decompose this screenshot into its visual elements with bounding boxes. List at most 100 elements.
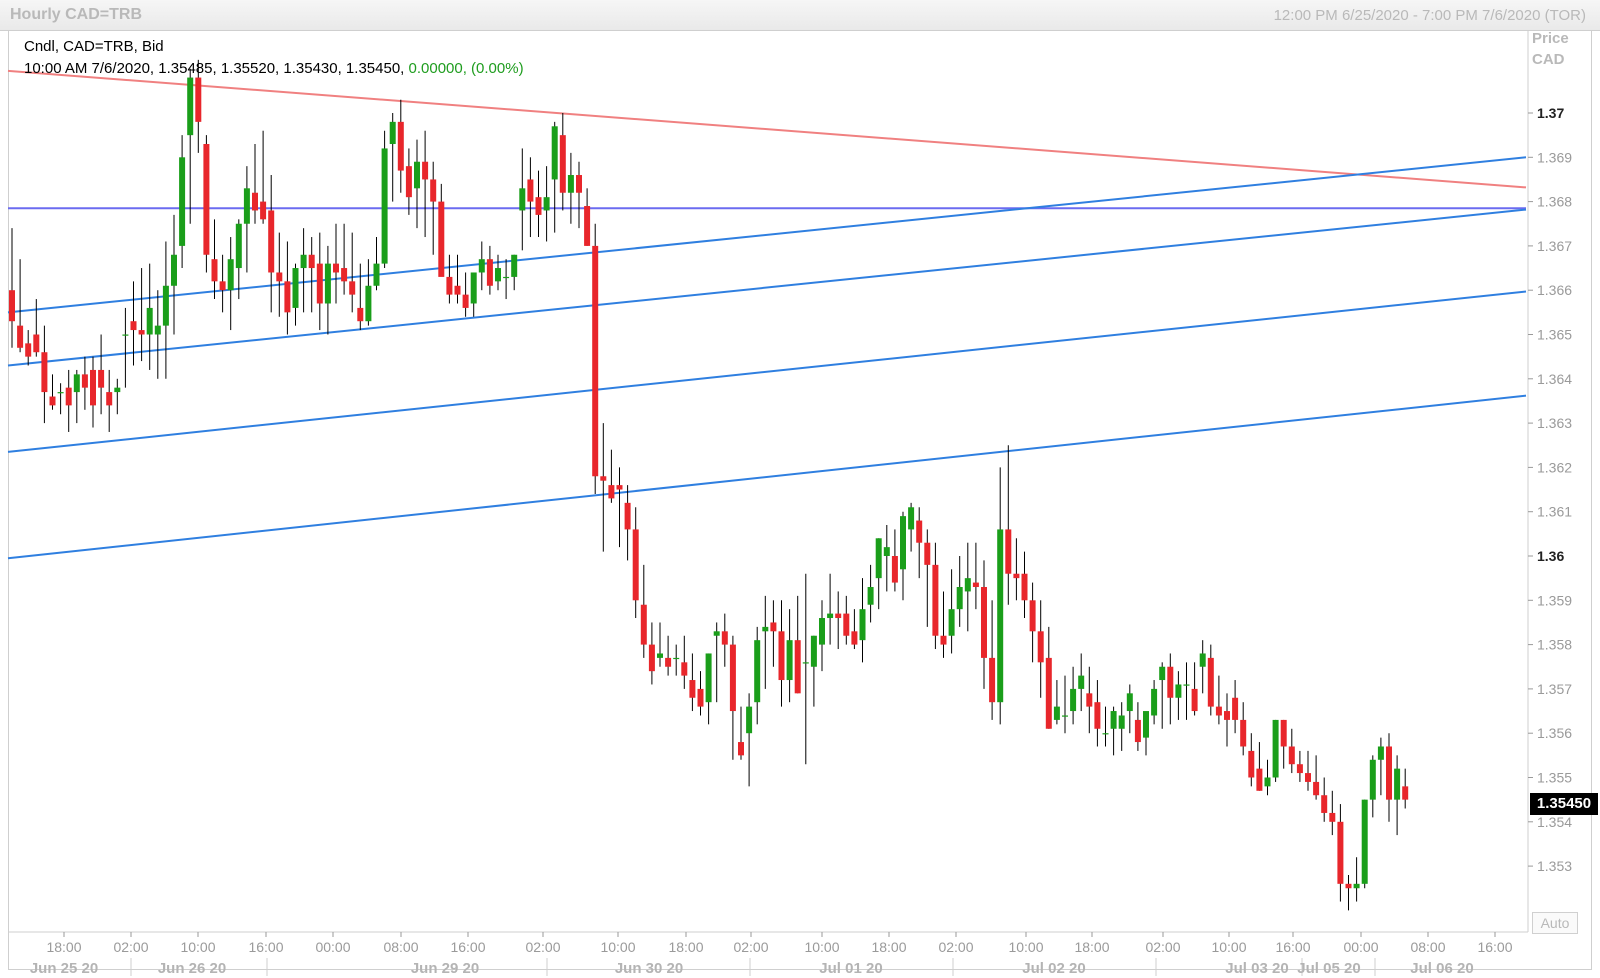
candle-body-up bbox=[1272, 719, 1279, 778]
candle-body-up bbox=[819, 618, 825, 645]
trendline-blue-4 bbox=[7, 394, 1527, 560]
candle bbox=[883, 524, 890, 592]
candle-body-down bbox=[1094, 702, 1101, 729]
candle bbox=[900, 511, 906, 601]
candle bbox=[1256, 742, 1263, 791]
candle bbox=[1329, 790, 1336, 836]
candle bbox=[867, 564, 874, 623]
candle-body-down bbox=[81, 374, 88, 388]
candle bbox=[486, 245, 493, 295]
candle-body-up bbox=[122, 334, 129, 336]
candle-body-up bbox=[1151, 688, 1158, 716]
candle bbox=[422, 130, 429, 238]
auto-scale-button[interactable]: Auto bbox=[1532, 912, 1578, 934]
candle bbox=[187, 68, 194, 224]
candle-body-down bbox=[349, 281, 356, 295]
candle bbox=[981, 560, 987, 689]
x-time-label: 16:00 bbox=[450, 939, 485, 955]
candle bbox=[9, 228, 15, 348]
candle-body-down bbox=[738, 742, 744, 756]
legend-change: 0.00000, (0.00%) bbox=[408, 60, 524, 77]
candle-body-up bbox=[543, 197, 550, 211]
candle-body-down bbox=[1021, 573, 1028, 601]
chart-canvas[interactable]: 1.37 1.369 1.368 1.367 1.366 1.365 1.364 1.363 1… bbox=[0, 0, 1600, 978]
candle-body-down bbox=[1345, 883, 1352, 889]
candle-body-down bbox=[648, 644, 655, 672]
candle bbox=[697, 671, 704, 716]
x-time-label: 00:00 bbox=[1343, 939, 1378, 955]
candle bbox=[1070, 666, 1077, 725]
candle-body-down bbox=[1013, 573, 1020, 579]
x-date-label: Jul 01 20 bbox=[819, 960, 882, 977]
candle bbox=[341, 223, 348, 295]
candle bbox=[1094, 680, 1101, 747]
candle-body-down bbox=[284, 281, 291, 313]
candle-body-down bbox=[1329, 812, 1336, 822]
candle-body-up bbox=[1102, 733, 1109, 735]
x-time-label: 10:00 bbox=[1008, 939, 1043, 955]
y-tick-label: 1.358 bbox=[1537, 637, 1572, 653]
candle bbox=[810, 635, 817, 707]
candle bbox=[689, 653, 696, 712]
candle bbox=[154, 290, 161, 379]
last-price-badge: 1.35450 bbox=[1530, 793, 1598, 815]
candle-body-up bbox=[997, 529, 1004, 703]
candle-body-down bbox=[624, 502, 631, 530]
candle-body-down bbox=[357, 307, 364, 322]
x-date-label: Jun 26 20 bbox=[158, 960, 226, 977]
x-time-label: 02:00 bbox=[1145, 939, 1180, 955]
candle-body-down bbox=[600, 476, 607, 481]
candle-body-down bbox=[851, 631, 858, 645]
candle-body-down bbox=[932, 564, 939, 636]
candle bbox=[592, 223, 599, 494]
candle-body-down bbox=[1167, 666, 1174, 698]
candle bbox=[875, 538, 882, 610]
x-date-label: Jul 03 20 bbox=[1225, 960, 1288, 977]
candle bbox=[1037, 600, 1044, 698]
candle bbox=[827, 573, 834, 645]
price-axis-label: Price CAD bbox=[1532, 28, 1569, 70]
candle-body-up bbox=[657, 653, 663, 658]
candle-body-down bbox=[1305, 773, 1311, 782]
candle-body-up bbox=[154, 325, 161, 335]
candle-body-down bbox=[333, 263, 339, 273]
candle bbox=[1143, 711, 1149, 756]
candle-body-up bbox=[1369, 759, 1376, 800]
candle bbox=[1078, 653, 1085, 712]
candle bbox=[1191, 662, 1198, 716]
candle-body-up bbox=[964, 578, 971, 592]
candle bbox=[924, 529, 931, 627]
candle-body-down bbox=[1029, 600, 1036, 632]
candle-body-down bbox=[972, 582, 979, 588]
candle bbox=[65, 369, 72, 432]
y-tick-label: 1.357 bbox=[1537, 681, 1572, 697]
y-tick-label: 1.36 bbox=[1537, 548, 1564, 564]
candle bbox=[997, 467, 1004, 725]
candle bbox=[1321, 777, 1328, 822]
candle-body-down bbox=[316, 263, 323, 304]
candle-body-up bbox=[827, 613, 834, 619]
candle bbox=[1021, 551, 1028, 619]
legend-series: Cndl, CAD=TRB, Bid bbox=[24, 38, 164, 55]
x-date-label: Jun 25 20 bbox=[30, 960, 98, 977]
candle-body-up bbox=[883, 547, 890, 556]
candle-body-up bbox=[859, 609, 866, 641]
candle bbox=[551, 121, 558, 233]
candle bbox=[1053, 680, 1060, 725]
candle bbox=[948, 569, 955, 654]
candle bbox=[106, 369, 113, 432]
candle bbox=[252, 144, 258, 224]
candle bbox=[146, 263, 153, 370]
candle bbox=[956, 556, 963, 627]
candle-body-down bbox=[689, 680, 696, 698]
candle-body-up bbox=[1159, 666, 1166, 681]
candle bbox=[57, 383, 64, 415]
y-tick-label: 1.359 bbox=[1537, 592, 1572, 608]
candle bbox=[794, 595, 801, 694]
candle-body-down bbox=[778, 631, 785, 681]
candle bbox=[648, 622, 655, 685]
candle-body-up bbox=[162, 285, 169, 326]
candle-body-up bbox=[1394, 768, 1401, 800]
candle-body-down bbox=[1232, 697, 1239, 720]
x-time-label: 02:00 bbox=[733, 939, 768, 955]
